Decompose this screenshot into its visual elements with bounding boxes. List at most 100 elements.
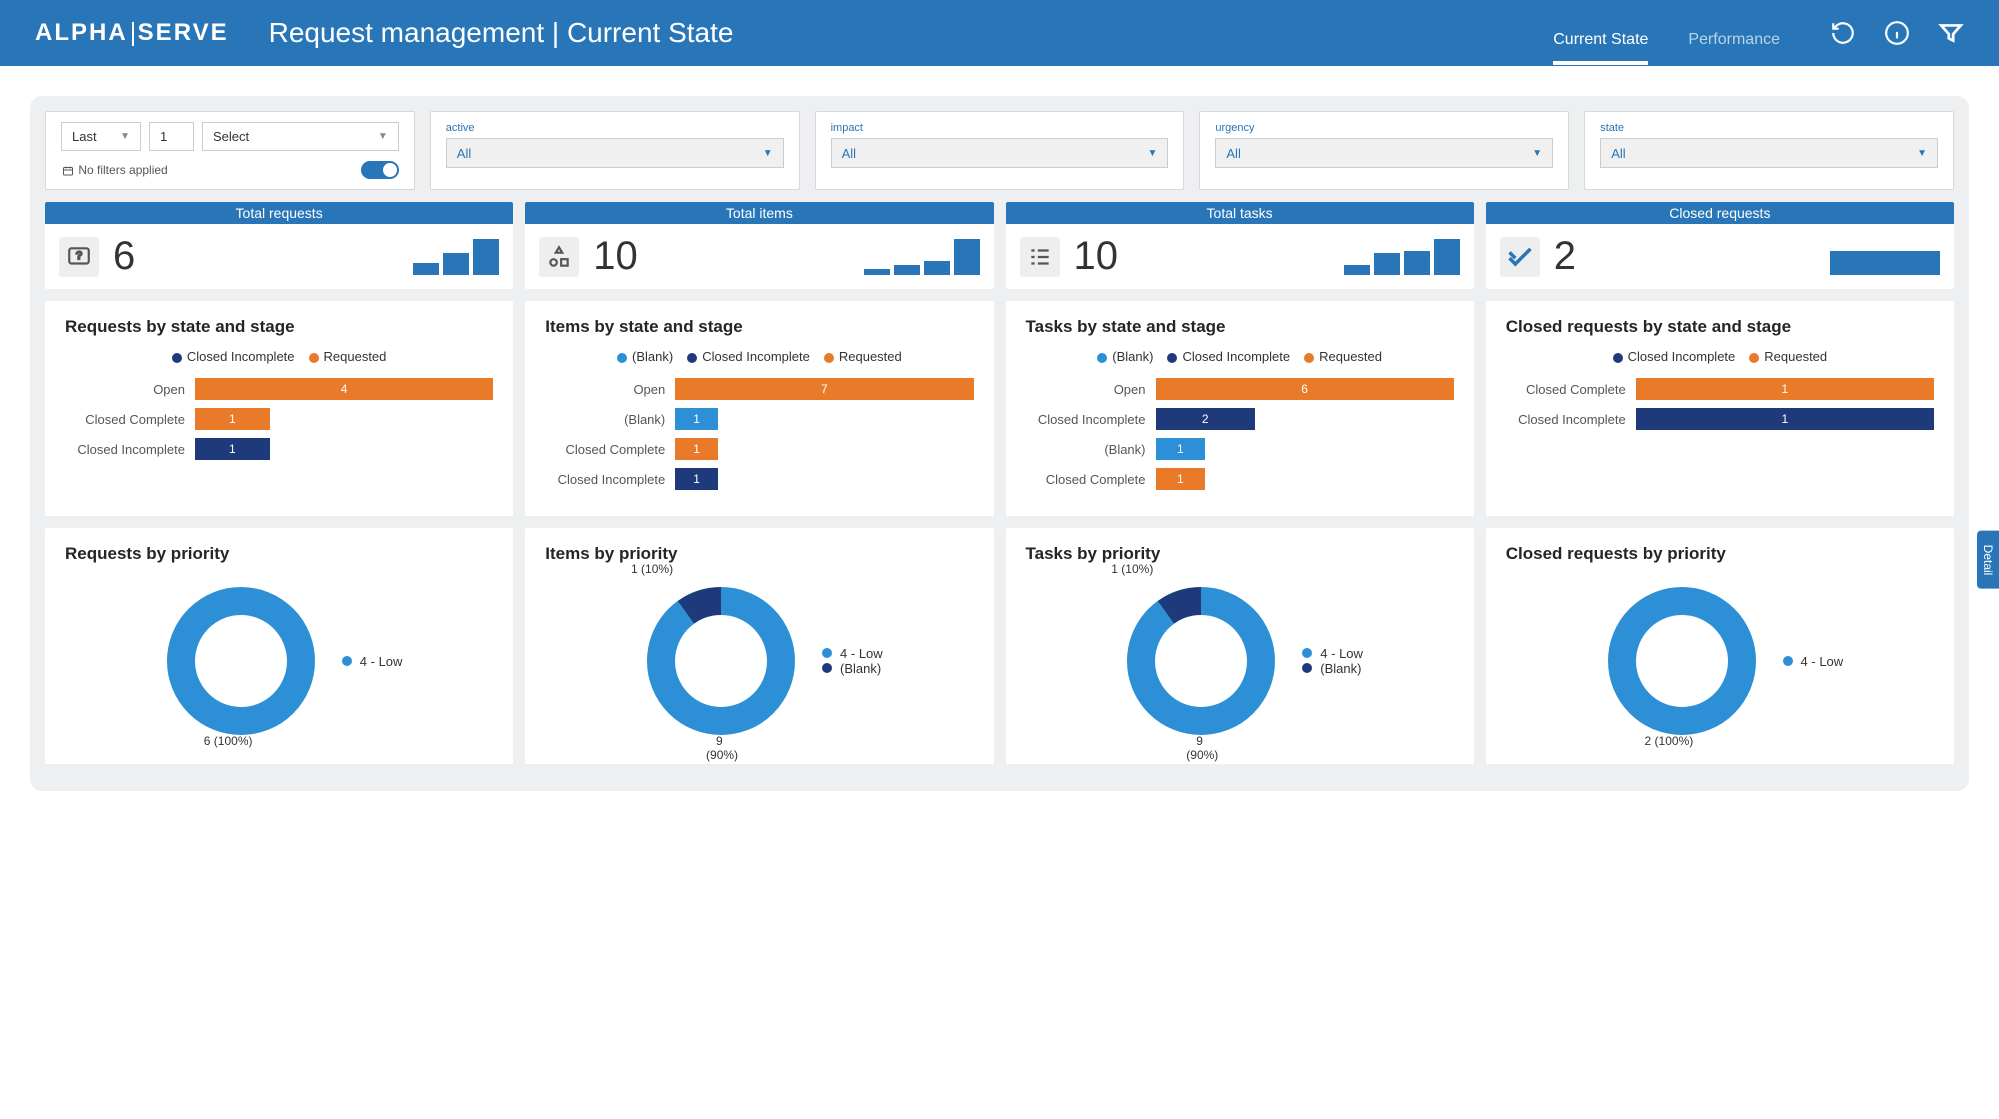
bar-chart: Open4Closed Complete1Closed Incomplete1 xyxy=(65,378,493,460)
legend-item[interactable]: Requested xyxy=(1749,349,1827,364)
donut-data-label: 9 xyxy=(716,734,723,748)
bar-row[interactable]: Open6 xyxy=(1026,378,1454,400)
card-title: Tasks by state and stage xyxy=(1026,317,1454,337)
bar-segment: 1 xyxy=(675,438,718,460)
filter-icon[interactable] xyxy=(1938,20,1964,46)
bar-segment: 1 xyxy=(195,438,270,460)
kpi-value: 6 xyxy=(113,234,399,279)
legend-item[interactable]: 4 - Low xyxy=(1302,646,1363,661)
last-select[interactable]: Last▼ xyxy=(61,122,141,151)
legend-item[interactable]: Requested xyxy=(1304,349,1382,364)
svg-text:?: ? xyxy=(76,250,82,262)
priority-chart-card: Requests by priority6 (100%)4 - Low xyxy=(45,528,513,764)
donut-data-label: 9 xyxy=(1196,734,1203,748)
donut-data-label: 2 (100%) xyxy=(1645,734,1694,748)
legend-item[interactable]: Requested xyxy=(824,349,902,364)
state-charts-row: Requests by state and stage Closed Incomp… xyxy=(45,301,1954,516)
num-input[interactable]: 1 xyxy=(149,122,194,151)
date-filter-card: Last▼ 1 Select▼ No filters applied xyxy=(45,111,415,190)
legend-item[interactable]: 4 - Low xyxy=(1783,654,1844,669)
logo: ALPHASERVE xyxy=(35,19,229,47)
filter-state: state All▼ xyxy=(1584,111,1954,190)
legend-item[interactable]: Requested xyxy=(309,349,387,364)
kpi-title: Total requests xyxy=(45,202,513,224)
state-chart-card: Items by state and stage(Blank)Closed In… xyxy=(525,301,993,516)
donut-data-label: 1 (10%) xyxy=(1111,562,1153,576)
legend-item[interactable]: 4 - Low xyxy=(342,654,403,669)
donut-segment[interactable] xyxy=(181,601,301,721)
donut-chart: 1 (10%)9(90%) xyxy=(1116,576,1286,746)
bar-row[interactable]: Closed Incomplete1 xyxy=(545,468,973,490)
donut-data-label: 1 (10%) xyxy=(631,562,673,576)
refresh-icon[interactable] xyxy=(1830,20,1856,46)
kpi-card[interactable]: Total requests? 6 xyxy=(45,202,513,289)
filter-select-impact[interactable]: All▼ xyxy=(831,138,1169,168)
bar-segment: 1 xyxy=(1636,378,1934,400)
bar-row[interactable]: Closed Complete1 xyxy=(545,438,973,460)
filter-select-active[interactable]: All▼ xyxy=(446,138,784,168)
legend-item[interactable]: (Blank) xyxy=(1302,661,1363,676)
header-tabs: Current State Performance xyxy=(1553,10,1780,57)
tab-performance[interactable]: Performance xyxy=(1688,10,1780,57)
legend: (Blank) Closed Incomplete Requested xyxy=(545,349,973,364)
bar-row[interactable]: Closed Incomplete1 xyxy=(1506,408,1934,430)
bar-label: Closed Incomplete xyxy=(65,442,195,457)
card-title: Closed requests by state and stage xyxy=(1506,317,1934,337)
tab-current-state[interactable]: Current State xyxy=(1553,10,1648,57)
bar-label: (Blank) xyxy=(545,412,675,427)
filter-select-state[interactable]: All▼ xyxy=(1600,138,1938,168)
kpi-card[interactable]: Closed requests2 xyxy=(1486,202,1954,289)
legend-item[interactable]: Closed Incomplete xyxy=(1613,349,1736,364)
bar-row[interactable]: Open4 xyxy=(65,378,493,400)
bar-label: Closed Incomplete xyxy=(545,472,675,487)
donut-data-label: 6 (100%) xyxy=(204,734,253,748)
legend-item[interactable]: 4 - Low xyxy=(822,646,883,661)
legend: 4 - Low(Blank) xyxy=(822,646,883,676)
bar-segment: 1 xyxy=(675,468,718,490)
bar-segment: 7 xyxy=(675,378,973,400)
filter-toggle[interactable] xyxy=(361,161,399,179)
bar-row[interactable]: Open7 xyxy=(545,378,973,400)
card-title: Closed requests by priority xyxy=(1506,544,1934,564)
bar-row[interactable]: Closed Incomplete1 xyxy=(65,438,493,460)
kpi-card[interactable]: Total items10 xyxy=(525,202,993,289)
legend-item[interactable]: Closed Incomplete xyxy=(1167,349,1290,364)
filter-select-urgency[interactable]: All▼ xyxy=(1215,138,1553,168)
bar-label: Open xyxy=(545,382,675,397)
filter-label: impact xyxy=(831,122,1169,134)
legend: (Blank) Closed Incomplete Requested xyxy=(1026,349,1454,364)
detail-side-tab[interactable]: Detail xyxy=(1977,530,1999,589)
sparkline xyxy=(1344,239,1460,275)
legend-item[interactable]: (Blank) xyxy=(1097,349,1153,364)
kpi-card[interactable]: Total tasks10 xyxy=(1006,202,1474,289)
priority-chart-card: Closed requests by priority 2 (100%) 4 - L… xyxy=(1486,528,1954,764)
filter-label: state xyxy=(1600,122,1938,134)
donut-segment[interactable] xyxy=(1622,601,1742,721)
legend-item[interactable]: Closed Incomplete xyxy=(172,349,295,364)
donut-segment[interactable] xyxy=(661,601,781,721)
donut-data-label: (90%) xyxy=(1186,748,1218,762)
filter-label: active xyxy=(446,122,784,134)
bar-row[interactable]: Closed Complete1 xyxy=(1506,378,1934,400)
bar-chart: Open6 Closed Incomplete2 (Blank)1 Closed Co… xyxy=(1026,378,1454,490)
bar-row[interactable]: Closed Complete1 xyxy=(65,408,493,430)
legend-item[interactable]: (Blank) xyxy=(822,661,883,676)
kpi-icon xyxy=(1500,237,1540,277)
info-icon[interactable] xyxy=(1884,20,1910,46)
donut-segment[interactable] xyxy=(1141,601,1261,721)
card-title: Requests by state and stage xyxy=(65,317,493,337)
legend-item[interactable]: (Blank) xyxy=(617,349,673,364)
bar-row[interactable]: (Blank)1 xyxy=(1026,438,1454,460)
bar-chart: Closed Complete1 Closed Incomplete1 xyxy=(1506,378,1934,430)
no-filters-label: No filters applied xyxy=(61,163,168,177)
card-title: Items by priority xyxy=(545,544,973,564)
donut-data-label: (90%) xyxy=(706,748,738,762)
donut-chart: 1 (10%)9(90%) xyxy=(636,576,806,746)
bar-row[interactable]: (Blank)1 xyxy=(545,408,973,430)
legend-item[interactable]: Closed Incomplete xyxy=(687,349,810,364)
legend: 4 - Low xyxy=(342,654,403,669)
unit-select[interactable]: Select▼ xyxy=(202,122,399,151)
bar-label: Closed Complete xyxy=(65,412,195,427)
bar-row[interactable]: Closed Complete1 xyxy=(1026,468,1454,490)
bar-row[interactable]: Closed Incomplete2 xyxy=(1026,408,1454,430)
